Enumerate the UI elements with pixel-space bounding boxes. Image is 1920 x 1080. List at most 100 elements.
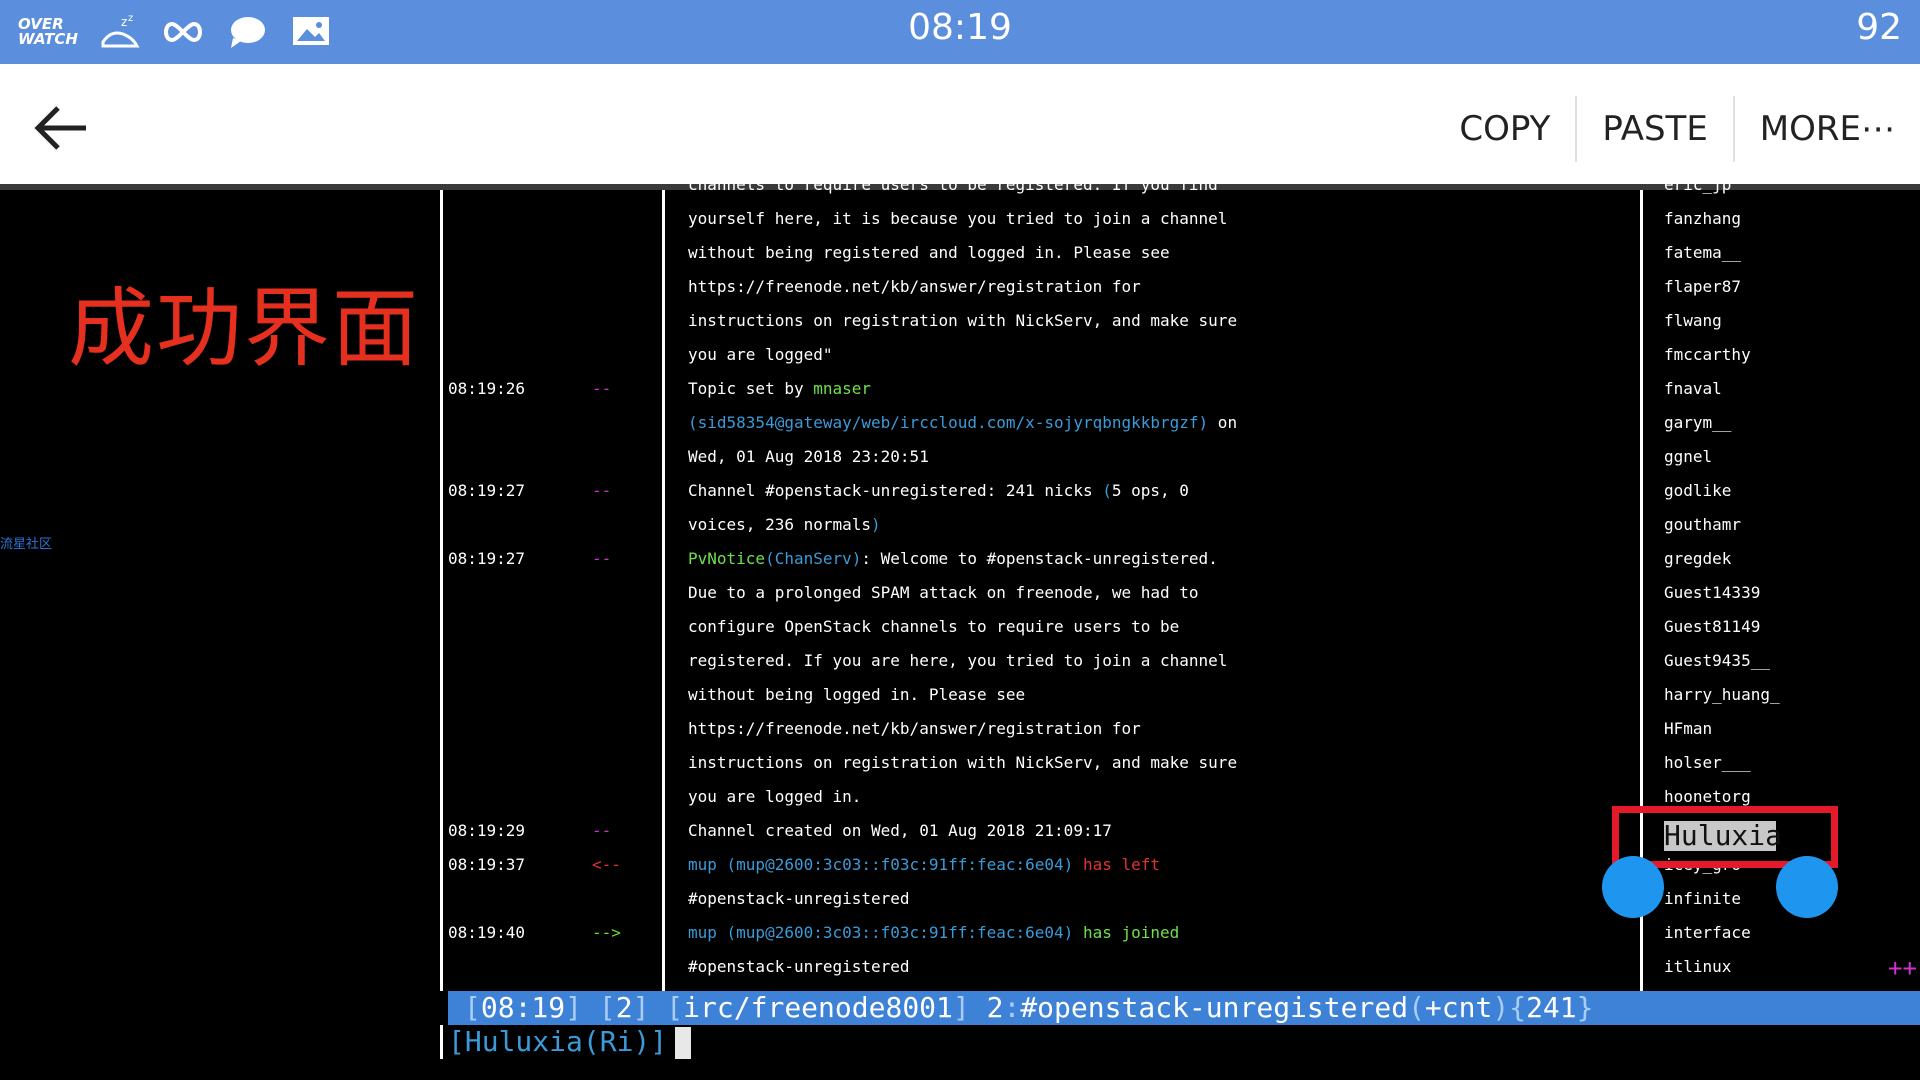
message-segment: mup bbox=[688, 923, 727, 942]
more-button[interactable]: MORE⋯ bbox=[1735, 94, 1920, 164]
message-segment: yourself here, it is because you tried t… bbox=[688, 209, 1228, 228]
nick-item[interactable]: ggnel bbox=[1664, 440, 1712, 474]
message-segment: https://freenode.net/kb/answer/registrat… bbox=[688, 277, 1141, 296]
message-segment: you are logged in. bbox=[688, 787, 862, 806]
message-segment: #openstack-unregistered bbox=[688, 957, 910, 976]
nick-item[interactable]: Guest9435__ bbox=[1664, 644, 1770, 678]
input-prompt: [Huluxia(Ri)] bbox=[448, 1025, 668, 1058]
nick-item[interactable]: Guest81149 bbox=[1664, 610, 1760, 644]
status-time: 08:19 bbox=[908, 7, 1012, 48]
nick-item[interactable]: infinite bbox=[1664, 882, 1741, 916]
message-segment: Topic set by bbox=[688, 379, 814, 398]
log-message: Channel #openstack-unregistered: 241 nic… bbox=[688, 474, 1189, 508]
log-timestamp: 08:19:27 bbox=[448, 549, 526, 568]
message-segment: ) bbox=[871, 515, 881, 534]
log-prefix: -- bbox=[592, 379, 612, 398]
log-prefix: --> bbox=[592, 923, 621, 942]
log-message: https://freenode.net/kb/answer/registrat… bbox=[688, 712, 1141, 746]
status-nick-count: 241 bbox=[1526, 991, 1577, 1024]
log-timestamp: 08:19:29 bbox=[448, 821, 526, 840]
message-segment: on bbox=[1208, 413, 1238, 432]
message-segment: instructions on registration with NickSe… bbox=[688, 753, 1238, 772]
status-channel: #openstack-unregistered bbox=[1020, 991, 1409, 1024]
status-time-field: 08:19 bbox=[480, 991, 566, 1024]
more-indicator: ++ bbox=[1888, 954, 1917, 982]
nick-item[interactable]: fnaval bbox=[1664, 372, 1722, 406]
log-message: #openstack-unregistered bbox=[688, 882, 910, 916]
status-network: irc/freenode8001 bbox=[683, 991, 953, 1024]
log-prefix: -- bbox=[592, 481, 612, 500]
log-prefix: -- bbox=[592, 821, 612, 840]
nick-item[interactable]: fatema__ bbox=[1664, 236, 1741, 270]
nick-item[interactable]: fmccarthy bbox=[1664, 338, 1751, 372]
log-message: Topic set by mnaser bbox=[688, 372, 871, 406]
message-segment: 5 ops, 0 bbox=[1111, 481, 1189, 500]
log-message: voices, 236 normals) bbox=[688, 508, 881, 542]
status-channel-mode: +cnt bbox=[1424, 991, 1493, 1024]
copy-button[interactable]: COPY bbox=[1434, 94, 1575, 164]
nick-item[interactable]: garym__ bbox=[1664, 406, 1731, 440]
message-segment: ChanServ bbox=[774, 549, 852, 568]
message-segment: https://freenode.net/kb/answer/registrat… bbox=[688, 719, 1141, 738]
log-timestamp: 08:19:40 bbox=[448, 923, 526, 942]
log-message: mup (mup@2600:3c03::f03c:91ff:feac:6e04)… bbox=[688, 916, 1179, 950]
paste-button[interactable]: PASTE bbox=[1577, 94, 1732, 164]
nick-item[interactable]: gouthamr bbox=[1664, 508, 1741, 542]
log-message: you are logged in. bbox=[688, 780, 861, 814]
log-message: yourself here, it is because you tried t… bbox=[688, 202, 1227, 236]
log-message: Wed, 01 Aug 2018 23:20:51 bbox=[688, 440, 929, 474]
log-message: registered. If you are here, you tried t… bbox=[688, 644, 1227, 678]
selection-end-handle[interactable] bbox=[1776, 856, 1838, 918]
message-segment: has joined bbox=[1073, 923, 1180, 942]
message-segment: Channel #openstack-unregistered: 241 nic… bbox=[688, 481, 1103, 500]
nick-item[interactable]: HFman bbox=[1664, 712, 1712, 746]
log-message: configure OpenStack channels to require … bbox=[688, 610, 1179, 644]
message-segment: (sid58354@gateway/web/irccloud.com/x-soj… bbox=[688, 413, 1209, 432]
selection-start-handle[interactable] bbox=[1602, 856, 1664, 918]
weechat-status-line: [08:19] [2] [irc/freenode8001] 2:#openst… bbox=[448, 991, 1920, 1025]
log-message: #openstack-unregistered bbox=[688, 950, 910, 984]
message-segment: : Welcome to #openstack-unregistered. bbox=[861, 549, 1218, 568]
log-message: mup (mup@2600:3c03::f03c:91ff:feac:6e04)… bbox=[688, 848, 1160, 882]
nick-item[interactable]: harry_huang_ bbox=[1664, 678, 1780, 712]
nick-item[interactable]: flwang bbox=[1664, 304, 1722, 338]
log-message: instructions on registration with NickSe… bbox=[688, 304, 1237, 338]
message-segment: voices, 236 normals bbox=[688, 515, 872, 534]
input-line[interactable]: [Huluxia(Ri)] bbox=[448, 1025, 692, 1059]
message-segment: mnaser bbox=[813, 379, 872, 398]
message-segment: #openstack-unregistered bbox=[688, 889, 910, 908]
message-segment: configure OpenStack channels to require … bbox=[688, 617, 1180, 636]
log-timestamp: 08:19:37 bbox=[448, 855, 526, 874]
message-segment: mup bbox=[688, 855, 727, 874]
status-window-count: 2 bbox=[615, 991, 633, 1024]
back-arrow-icon[interactable] bbox=[30, 96, 94, 160]
status-buffer-number: 2 bbox=[986, 991, 1004, 1024]
message-segment: ) bbox=[851, 549, 862, 568]
nick-item[interactable]: itlinux bbox=[1664, 950, 1731, 984]
log-message: without being registered and logged in. … bbox=[688, 236, 1170, 270]
nick-item[interactable]: flaper87 bbox=[1664, 270, 1741, 304]
left-border bbox=[440, 190, 443, 991]
nick-item[interactable]: Guest14339 bbox=[1664, 576, 1760, 610]
message-segment: Channel created on Wed, 01 Aug 2018 21:0… bbox=[688, 821, 1112, 840]
nick-item[interactable]: holser___ bbox=[1664, 746, 1751, 780]
nick-item[interactable]: godlike bbox=[1664, 474, 1731, 508]
message-segment: Wed, 01 Aug 2018 23:20:51 bbox=[688, 447, 929, 466]
log-message: you are logged" bbox=[688, 338, 833, 372]
message-segment: registered. If you are here, you tried t… bbox=[688, 651, 1228, 670]
log-timestamp: 08:19:27 bbox=[448, 481, 526, 500]
status-bar: OVER WATCH zz 08:19 92 bbox=[0, 0, 1920, 64]
nick-item[interactable]: interface bbox=[1664, 916, 1751, 950]
nick-item[interactable]: gregdek bbox=[1664, 542, 1731, 576]
watermark-text: 流星社区 bbox=[0, 537, 53, 552]
nick-item[interactable]: fanzhang bbox=[1664, 202, 1741, 236]
message-segment: ( bbox=[1102, 481, 1112, 500]
text-cursor bbox=[675, 1027, 692, 1059]
message-segment: without being registered and logged in. … bbox=[688, 243, 1170, 262]
message-segment: (mup@2600:3c03::f03c:91ff:feac:6e04) bbox=[726, 923, 1074, 942]
message-segment: you are logged" bbox=[688, 345, 833, 364]
message-segment: ( bbox=[765, 549, 775, 568]
log-prefix: <-- bbox=[592, 855, 621, 874]
message-segment: instructions on registration with NickSe… bbox=[688, 311, 1238, 330]
log-message: https://freenode.net/kb/answer/registrat… bbox=[688, 270, 1141, 304]
